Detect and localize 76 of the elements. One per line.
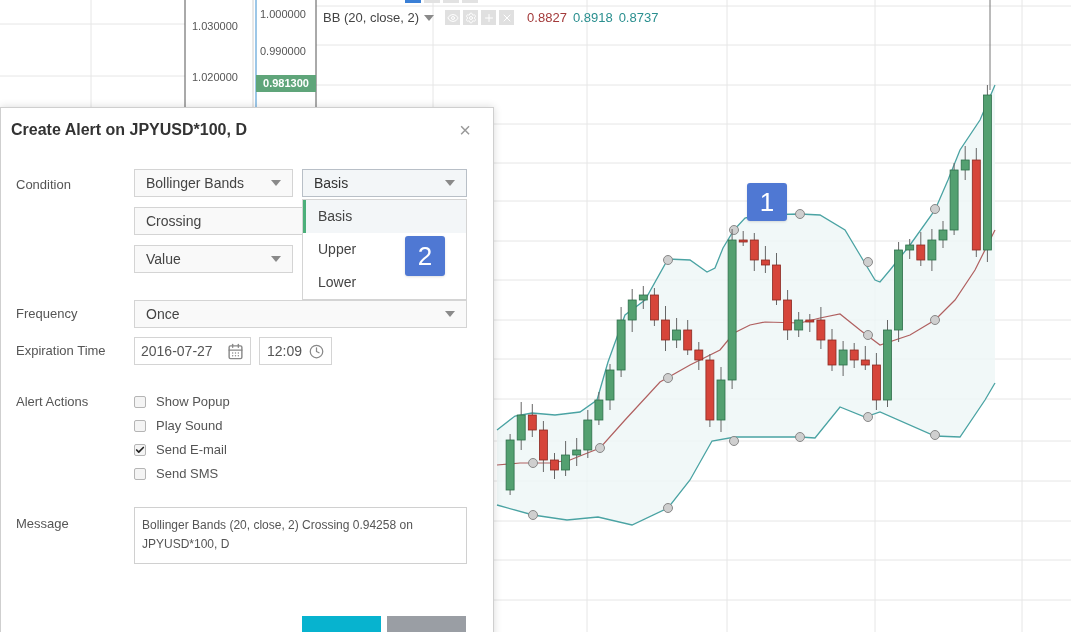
candle xyxy=(794,311,804,338)
checkbox-label[interactable]: Send E-mail xyxy=(156,440,227,460)
indicator-legend[interactable]: BB (20, close, 2) xyxy=(323,8,420,28)
anchor-point[interactable] xyxy=(663,255,673,265)
field-label: Message xyxy=(16,515,70,533)
calendar-icon[interactable] xyxy=(227,342,244,360)
candle xyxy=(838,340,848,377)
candle xyxy=(650,287,659,327)
axis-label: 1.000000 xyxy=(260,7,306,22)
candle xyxy=(550,452,559,480)
candle xyxy=(860,345,870,371)
axis-label: 1.030000 xyxy=(192,19,238,34)
anchor-point[interactable] xyxy=(863,330,873,340)
field-label: Alert Actions xyxy=(16,393,90,411)
caret-icon xyxy=(424,14,435,21)
caret-icon xyxy=(271,256,281,262)
caret-icon xyxy=(445,311,455,317)
candle xyxy=(505,433,515,496)
candle xyxy=(772,252,781,306)
axis-label: 1.020000 xyxy=(192,70,238,85)
field-label: Condition xyxy=(16,176,72,194)
anchor-point[interactable] xyxy=(930,430,940,440)
candle xyxy=(849,342,859,369)
indicator-value: 0.8827 xyxy=(527,9,567,27)
checkbox-label[interactable]: Show Popup xyxy=(156,392,230,412)
anchor-point[interactable] xyxy=(663,373,673,383)
date-field[interactable]: 2016-07-27 xyxy=(134,337,251,365)
candle xyxy=(516,401,526,451)
anchor-point[interactable] xyxy=(528,458,538,468)
field-label: Frequency xyxy=(16,305,79,324)
candle xyxy=(527,403,537,438)
dialog-title: Create Alert on JPYUSD*100, D xyxy=(11,119,247,140)
checkbox[interactable] xyxy=(134,420,146,432)
anchor-point[interactable] xyxy=(863,412,873,422)
candle xyxy=(827,328,837,372)
candle xyxy=(783,289,792,341)
step-marker: 2 xyxy=(405,236,445,276)
anchor-point[interactable] xyxy=(663,503,673,513)
checkbox[interactable] xyxy=(134,396,146,408)
checkbox[interactable] xyxy=(134,468,146,480)
anchor-point[interactable] xyxy=(930,315,940,325)
anchor-point[interactable] xyxy=(795,432,805,442)
candle xyxy=(761,245,770,274)
target-select[interactable]: Value xyxy=(134,245,293,273)
clock-icon[interactable] xyxy=(309,343,324,359)
caret-icon xyxy=(271,180,281,186)
candle xyxy=(539,420,548,473)
anchor-point[interactable] xyxy=(930,204,940,214)
checkbox[interactable] xyxy=(134,444,146,456)
anchor-point[interactable] xyxy=(729,436,739,446)
caret-icon xyxy=(445,180,455,186)
anchor-point[interactable] xyxy=(795,209,805,219)
line-select[interactable]: Basis xyxy=(302,169,467,197)
frequency-select[interactable]: Once xyxy=(134,300,467,328)
candle xyxy=(594,391,604,426)
candle xyxy=(672,317,681,349)
time-field[interactable]: 12:09 xyxy=(259,337,332,365)
checkbox-label[interactable]: Play Sound xyxy=(156,416,223,436)
axis-label: 0.990000 xyxy=(260,44,306,59)
candle xyxy=(872,352,881,411)
anchor-point[interactable] xyxy=(729,225,739,235)
checkbox-label[interactable]: Send SMS xyxy=(156,464,219,484)
step-marker: 1 xyxy=(747,183,787,221)
anchor-point[interactable] xyxy=(528,510,538,520)
indicator-select[interactable]: Bollinger Bands xyxy=(134,169,293,197)
indicator-value: 0.8918 xyxy=(572,9,613,27)
indicator-value: 0.8737 xyxy=(618,9,659,27)
message-textarea[interactable]: Bollinger Bands (20, close, 2) Crossing 0.94258 on JPYUSD*100, D xyxy=(134,507,467,564)
field-label: Expiration Time xyxy=(16,342,107,361)
candle xyxy=(661,305,670,352)
anchor-point[interactable] xyxy=(863,257,873,267)
last-price-tag: 0.981300 xyxy=(256,75,316,92)
dropdown-option[interactable]: Basis xyxy=(303,200,466,233)
candle xyxy=(683,319,693,356)
anchor-point[interactable] xyxy=(595,443,605,453)
candle xyxy=(561,440,570,477)
